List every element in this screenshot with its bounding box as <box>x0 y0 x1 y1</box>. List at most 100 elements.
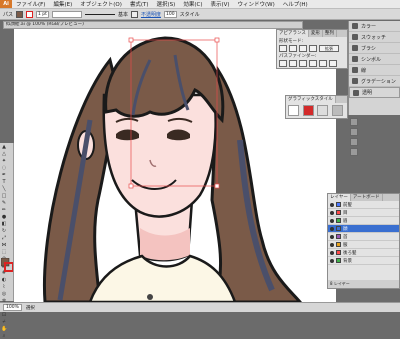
menu-window[interactable]: ウィンドウ(W) <box>234 0 279 8</box>
crop-button[interactable] <box>309 60 317 67</box>
width-tool-icon[interactable]: ⋈ <box>1 242 7 248</box>
visibility-eye-icon[interactable] <box>330 258 334 263</box>
layer-row[interactable]: 服 <box>328 241 399 249</box>
graphic-style-swatch[interactable] <box>331 105 343 116</box>
fill-stroke-icon[interactable] <box>1 258 13 272</box>
selection-handle <box>214 37 220 43</box>
visibility-eye-icon[interactable] <box>330 250 334 255</box>
layer-row[interactable]: 背景 <box>328 257 399 265</box>
style-swatch[interactable] <box>130 10 138 18</box>
paintbrush-icon[interactable]: ✎ <box>1 200 7 206</box>
eyedropper-icon[interactable]: ⌇ <box>1 284 7 290</box>
illustration <box>14 29 336 302</box>
rotate-tool-icon[interactable]: ↻ <box>1 228 7 234</box>
fill-swatch[interactable] <box>16 10 24 18</box>
brush-style-label[interactable]: 基本 <box>118 11 128 18</box>
menu-effect[interactable]: 効果(C) <box>179 0 206 8</box>
layers-panel: レイヤー アートボード 前髪目眉顔首服後ろ髪 背景 8 レイヤー <box>327 193 400 289</box>
unite-button[interactable] <box>279 45 287 52</box>
opacity-link[interactable]: 不透明度 <box>141 11 161 18</box>
style-label[interactable]: スタイル <box>180 11 200 18</box>
dock-item-symbols[interactable]: シンボル <box>349 54 400 65</box>
layer-color-swatch <box>336 258 341 263</box>
tab-align[interactable]: 整列 <box>323 30 337 37</box>
dock-item-stroke[interactable]: 線 <box>349 65 400 76</box>
layer-row[interactable]: 顔 <box>328 225 399 233</box>
swatches-icon <box>352 34 358 40</box>
dock-item-swatches[interactable]: スウォッチ <box>349 32 400 43</box>
layer-row[interactable]: 後ろ髪 <box>328 249 399 257</box>
direct-selection-tool-icon[interactable]: △ <box>1 151 7 157</box>
line-tool-icon[interactable]: ╲ <box>1 186 7 192</box>
document-tab[interactable]: 似顔絵.ai @ 100% (RGB/プレビュー) <box>3 21 303 29</box>
artboard-tool-icon[interactable]: ⊡ <box>1 312 7 318</box>
gradient-tool-icon[interactable]: ◐ <box>1 277 7 283</box>
tab-appearance[interactable]: アピアランス <box>277 30 309 37</box>
scale-tool-icon[interactable]: ⤢ <box>1 235 7 241</box>
zoom-tool-icon[interactable]: ⌕ <box>1 333 7 339</box>
graphic-style-swatch[interactable] <box>302 105 314 116</box>
minus-back-button[interactable] <box>329 60 337 67</box>
dock-item-transparency[interactable]: 透明 <box>349 87 400 98</box>
slice-tool-icon[interactable]: ⌿ <box>1 319 7 325</box>
variable-width-field[interactable] <box>51 10 82 18</box>
zoom-level[interactable]: 100% <box>3 304 22 311</box>
eraser-icon[interactable]: ◧ <box>1 221 7 227</box>
menu-select[interactable]: 選択(S) <box>153 0 180 8</box>
navigator-panel-icon[interactable] <box>350 128 358 136</box>
blob-brush-icon[interactable]: ● <box>1 214 7 220</box>
paragraph-panel-icon[interactable] <box>350 148 358 156</box>
canvas[interactable] <box>14 29 336 302</box>
menu-view[interactable]: 表示(V) <box>206 0 233 8</box>
graphic-style-swatch[interactable] <box>317 105 329 116</box>
layer-row[interactable]: 眉 <box>328 217 399 225</box>
outline-button[interactable] <box>319 60 327 67</box>
tab-transform[interactable]: 変形 <box>309 30 323 37</box>
divide-button[interactable] <box>279 60 287 67</box>
stroke-weight-field[interactable]: 1 pt <box>36 10 49 18</box>
intersect-button[interactable] <box>299 45 307 52</box>
type-tool-icon[interactable]: T <box>1 179 7 185</box>
hand-tool-icon[interactable]: ✋ <box>1 326 7 332</box>
menu-help[interactable]: ヘルプ(H) <box>279 0 312 8</box>
exclude-button[interactable] <box>309 45 317 52</box>
visibility-eye-icon[interactable] <box>330 242 334 247</box>
trim-button[interactable] <box>289 60 297 67</box>
lasso-icon[interactable]: ◌ <box>1 165 7 171</box>
minus-front-button[interactable] <box>289 45 297 52</box>
dock-item-color[interactable]: カラー <box>349 21 400 32</box>
graphic-style-swatch[interactable] <box>288 105 299 116</box>
tab-layers[interactable]: レイヤー <box>328 194 351 201</box>
magic-wand-icon[interactable]: ✦ <box>1 158 7 164</box>
pen-tool-icon[interactable]: ✒ <box>1 172 7 178</box>
layer-row[interactable]: 前髪 <box>328 201 399 209</box>
menu-type[interactable]: 書式(T) <box>126 0 153 8</box>
tab-artboards[interactable]: アートボード <box>351 194 383 201</box>
shape-modes-label: 形状モード: <box>279 39 304 44</box>
selection-tool-icon[interactable]: ▲ <box>1 144 7 150</box>
pencil-icon[interactable]: ✏ <box>1 207 7 213</box>
layer-color-swatch <box>336 210 341 215</box>
menu-edit[interactable]: 編集(E) <box>49 0 76 8</box>
character-panel-icon[interactable] <box>350 138 358 146</box>
visibility-eye-icon[interactable] <box>330 210 334 215</box>
expand-button[interactable]: 拡張 <box>319 45 339 52</box>
visibility-eye-icon[interactable] <box>330 234 334 239</box>
info-panel-icon[interactable] <box>350 118 358 126</box>
visibility-eye-icon[interactable] <box>330 202 334 207</box>
dock-item-brushes[interactable]: ブラシ <box>349 43 400 54</box>
layer-row[interactable]: 目 <box>328 209 399 217</box>
tab-graphic-styles[interactable]: グラフィックスタイル <box>286 96 336 103</box>
menu-object[interactable]: オブジェクト(O) <box>76 0 126 8</box>
free-transform-icon[interactable]: ⬚ <box>1 249 7 255</box>
menu-file[interactable]: ファイル(F) <box>12 0 49 8</box>
layer-row[interactable]: 首 <box>328 233 399 241</box>
merge-button[interactable] <box>299 60 307 67</box>
stroke-swatch[interactable] <box>26 10 34 18</box>
rectangle-tool-icon[interactable]: □ <box>1 193 7 199</box>
visibility-eye-icon[interactable] <box>330 226 334 231</box>
dock-item-gradient[interactable]: グラデーション <box>349 76 400 87</box>
blend-tool-icon[interactable]: ◎ <box>1 291 7 297</box>
opacity-field[interactable]: 100 <box>163 10 177 18</box>
visibility-eye-icon[interactable] <box>330 218 334 223</box>
